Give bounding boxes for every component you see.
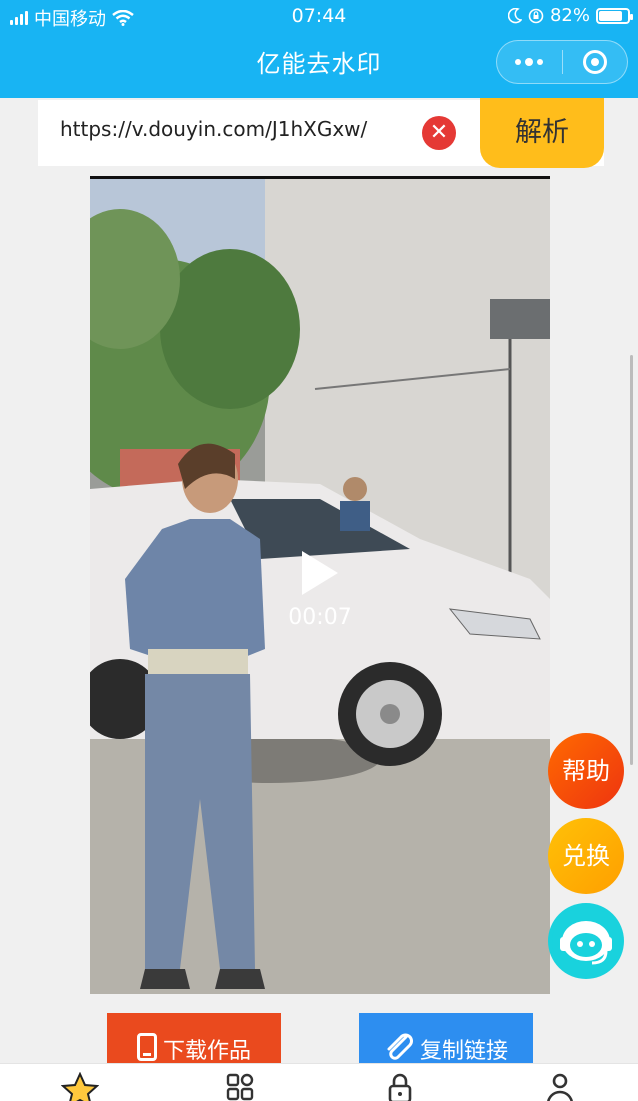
battery-icon [596, 7, 633, 24]
tab-profile[interactable] [540, 1072, 580, 1101]
battery-percent: 82% [549, 5, 590, 26]
url-input[interactable]: https://v.douyin.com/J1hXGxw/ [60, 117, 367, 141]
star-icon [61, 1072, 99, 1101]
exchange-button[interactable]: 兑换 [548, 818, 624, 894]
more-dots-icon [515, 58, 544, 66]
help-button[interactable]: 帮助 [548, 733, 624, 809]
tab-vip[interactable] [380, 1072, 420, 1101]
paperclip-icon [387, 1033, 413, 1060]
tab-tools[interactable] [220, 1072, 260, 1101]
clear-button[interactable]: ✕ [422, 116, 456, 150]
battery-fill [599, 10, 622, 21]
person-icon [547, 1073, 573, 1101]
phone-icon [136, 1033, 157, 1061]
copy-label: 复制链接 [419, 1039, 508, 1064]
status-bar: 中国移动 07:44 82% [0, 0, 638, 32]
close-icon: ✕ [429, 120, 449, 145]
tab-bar [0, 1063, 638, 1101]
parse-button[interactable]: 解析 [480, 98, 604, 168]
lock-icon [388, 1073, 412, 1101]
moon-icon [507, 7, 522, 23]
mini-program-capsule [496, 40, 628, 84]
close-mini-program-button[interactable] [563, 41, 628, 83]
url-input-row: https://v.douyin.com/J1hXGxw/ ✕ 解析 [38, 98, 604, 168]
tab-home[interactable] [60, 1072, 100, 1101]
target-circle-icon [582, 50, 607, 74]
video-duration: 00:07 [288, 605, 352, 630]
scrollbar[interactable] [630, 355, 633, 765]
play-icon[interactable] [302, 551, 338, 595]
customer-service-button[interactable] [548, 903, 624, 979]
video-player[interactable]: 00:07 [90, 176, 550, 994]
more-button[interactable] [497, 41, 562, 83]
top-bar: 中国移动 07:44 82% 亿能去水印 [0, 0, 638, 98]
customer-service-icon [552, 907, 620, 975]
download-label: 下载作品 [162, 1039, 251, 1064]
grid-icon [226, 1073, 254, 1101]
rotation-lock-icon [528, 8, 544, 23]
